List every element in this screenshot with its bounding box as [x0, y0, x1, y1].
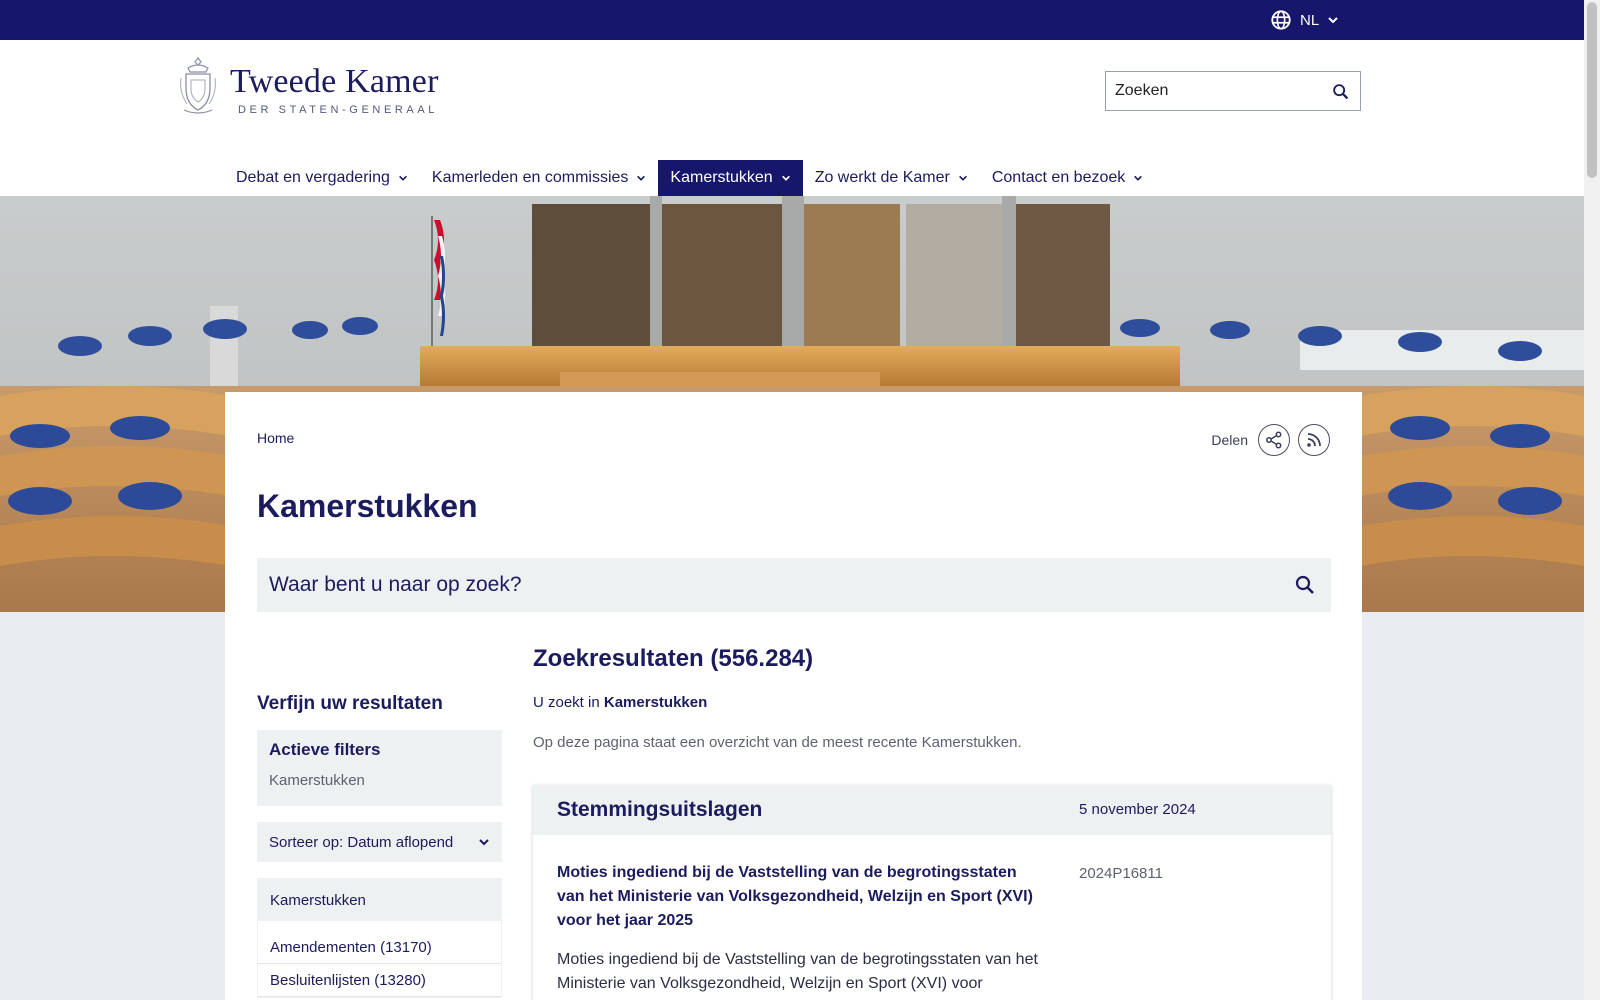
rss-button[interactable] [1298, 424, 1330, 456]
search-scope: U zoekt in Kamerstukken [533, 694, 707, 711]
facet-item-amendementen[interactable]: Amendementen (13170) [258, 931, 501, 964]
page-title: Kamerstukken [257, 488, 478, 524]
chevron-down-icon [398, 175, 407, 181]
search-icon[interactable] [1293, 573, 1317, 597]
language-label: NL [1300, 11, 1320, 29]
nav-item-debat[interactable]: Debat en vergadering [224, 160, 420, 196]
nav-label: Debat en vergadering [236, 169, 390, 186]
logo[interactable]: Tweede Kamer DER STATEN-GENERAAL [178, 56, 439, 116]
facet-list: Amendementen (13170) Besluitenlijsten (1… [258, 921, 501, 997]
site-header: Tweede Kamer DER STATEN-GENERAAL Debat e… [0, 40, 1584, 196]
nav-label: Contact en bezoek [991, 169, 1126, 186]
results-title: Zoekresultaten (556.284) [533, 645, 814, 672]
scope-value: Kamerstukken [603, 694, 708, 711]
top-bar: NL [0, 0, 1584, 40]
scope-prefix: U zoekt in [533, 694, 600, 711]
nav-label: Kamerstukken [670, 169, 773, 186]
nav-item-contact[interactable]: Contact en bezoek [980, 160, 1155, 196]
facet-kamerstukken: Kamerstukken Amendementen (13170) Beslui… [257, 878, 502, 998]
main-search [257, 558, 1331, 612]
content-card: Home Delen Kamerstukken Waar bent u naar… [225, 392, 1362, 1000]
result-card: Stemmingsuitslagen 5 november 2024 Motie… [533, 785, 1331, 1000]
search-icon[interactable] [1330, 81, 1352, 103]
sort-select[interactable]: Sorteer op: Datum aflopend [257, 822, 502, 862]
results-intro: Op deze pagina staat een overzicht van d… [533, 734, 1022, 751]
logo-title: Tweede Kamer [230, 63, 439, 100]
active-filters-title: Actieve filters [269, 740, 381, 759]
active-filters: Actieve filters Kamerstukken [257, 730, 502, 806]
result-title-link[interactable]: Moties ingediend bij de Vaststelling van… [557, 861, 1043, 933]
language-selector[interactable]: NL [1270, 9, 1339, 31]
nav-item-kamerleden[interactable]: Kamerleden en commissies [420, 160, 659, 196]
chevron-down-icon [1134, 175, 1143, 181]
refine-title: Verfijn uw resultaten [257, 693, 443, 714]
chevron-down-icon [637, 175, 646, 181]
nav-label: Kamerleden en commissies [431, 169, 629, 186]
active-filter-value[interactable]: Kamerstukken [269, 772, 490, 789]
sort-label: Sorteer op: Datum aflopend [269, 833, 454, 851]
nav-label: Zo werkt de Kamer [814, 169, 950, 186]
facet-title[interactable]: Kamerstukken [258, 879, 501, 921]
chevron-down-icon [479, 839, 489, 846]
chevron-down-icon [781, 175, 790, 181]
chevron-down-icon [958, 175, 967, 181]
rss-icon [1307, 433, 1321, 447]
share-button[interactable] [1258, 424, 1290, 456]
scrollbar-thumb[interactable] [1587, 2, 1597, 178]
share-label: Delen [1211, 432, 1248, 448]
chevron-down-icon [1328, 17, 1338, 24]
globe-icon [1271, 10, 1291, 30]
header-search [1105, 71, 1361, 111]
result-type: Stemmingsuitslagen [557, 798, 763, 821]
nav-item-kamerstukken[interactable]: Kamerstukken [658, 160, 803, 196]
facet-item-besluitenlijsten[interactable]: Besluitenlijsten (13280) [258, 964, 501, 997]
result-card-header: Stemmingsuitslagen 5 november 2024 [533, 785, 1331, 835]
result-description: Moties ingediend bij de Vaststelling van… [557, 951, 1038, 992]
logo-subtitle: DER STATEN-GENERAAL [238, 104, 439, 116]
share-bar: Delen [1211, 424, 1330, 456]
header-search-input[interactable] [1106, 72, 1316, 110]
result-id: 2024P16811 [1079, 865, 1163, 882]
page-scrollbar[interactable] [1584, 0, 1600, 1000]
main-search-input[interactable] [257, 558, 1293, 612]
main-navigation: Debat en vergadering Kamerleden en commi… [224, 160, 1155, 196]
breadcrumb-home[interactable]: Home [257, 430, 294, 446]
result-date: 5 november 2024 [1079, 801, 1196, 818]
share-icon [1266, 431, 1282, 449]
crest-icon [180, 57, 216, 114]
nav-item-zo-werkt[interactable]: Zo werkt de Kamer [803, 160, 980, 196]
